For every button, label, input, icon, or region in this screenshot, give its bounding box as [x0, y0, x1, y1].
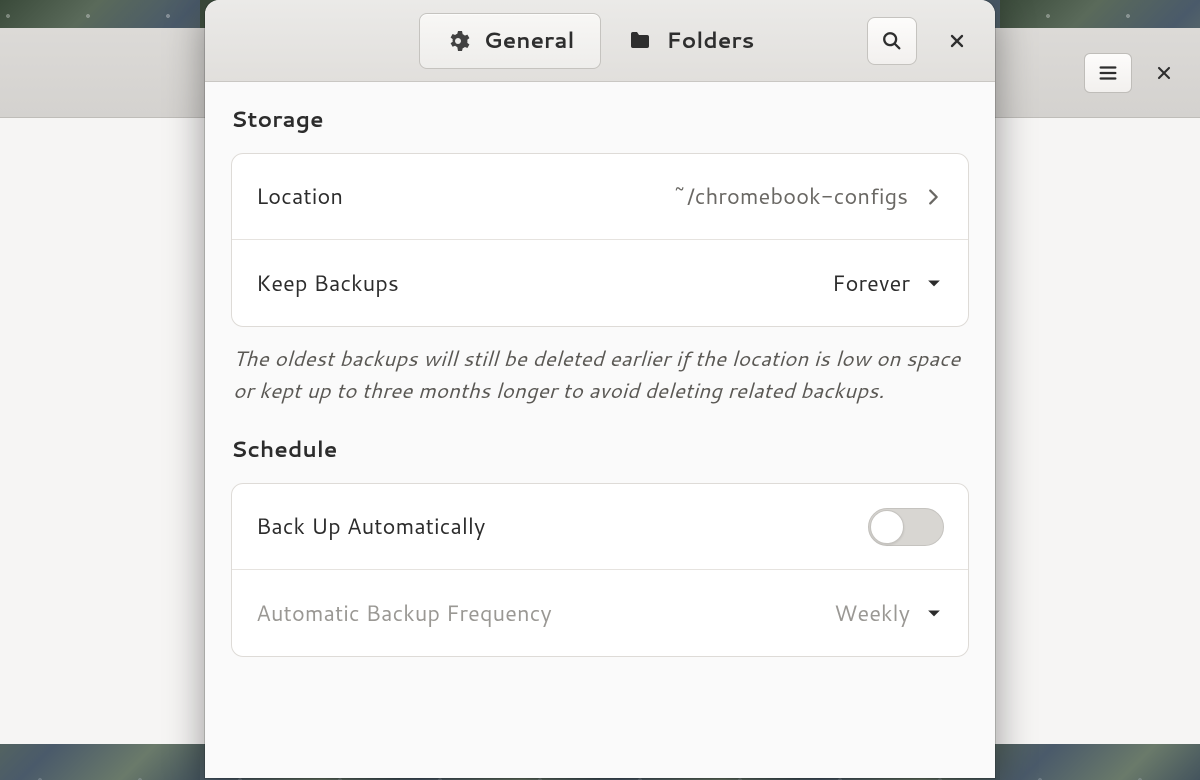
tab-general-label: General — [484, 25, 575, 56]
dialog-close-button[interactable] — [937, 21, 977, 61]
location-row[interactable]: Location ~/chromebook-configs — [232, 154, 968, 240]
caret-down-icon — [924, 273, 944, 293]
location-label: Location — [256, 181, 672, 212]
close-icon — [947, 31, 967, 51]
folder-icon — [628, 29, 652, 53]
switch-knob — [870, 510, 904, 544]
tab-general[interactable]: General — [419, 13, 602, 69]
schedule-section-title: Schedule — [231, 434, 969, 465]
schedule-list: Back Up Automatically Automatic Backup F… — [231, 483, 969, 657]
tab-folders-label: Folders — [666, 25, 754, 56]
dialog-headerbar: General Folders — [205, 0, 995, 82]
keep-backups-row[interactable]: Keep Backups Forever — [232, 240, 968, 326]
location-value: ~/chromebook-configs — [672, 181, 908, 212]
gear-icon — [446, 29, 470, 53]
preferences-dialog: General Folders Sto — [205, 0, 995, 778]
storage-list: Location ~/chromebook-configs Keep Backu… — [231, 153, 969, 327]
hamburger-icon — [1097, 62, 1119, 84]
keep-backups-value-wrap: Forever — [832, 268, 944, 299]
auto-backup-row: Back Up Automatically — [232, 484, 968, 570]
frequency-row[interactable]: Automatic Backup Frequency Weekly — [232, 570, 968, 656]
close-icon — [1154, 63, 1174, 83]
hamburger-menu-button[interactable] — [1084, 53, 1132, 93]
parent-close-button[interactable] — [1144, 53, 1184, 93]
frequency-label: Automatic Backup Frequency — [256, 598, 834, 629]
auto-backup-switch[interactable] — [868, 508, 944, 546]
caret-down-icon — [924, 603, 944, 623]
tab-folders[interactable]: Folders — [601, 13, 781, 69]
view-switcher: General Folders — [419, 13, 782, 69]
storage-help-text: The oldest backups will still be deleted… — [231, 343, 969, 406]
chevron-right-icon — [922, 186, 944, 208]
frequency-value: Weekly — [834, 598, 910, 629]
search-icon — [881, 30, 903, 52]
dialog-content: Storage Location ~/chromebook-configs Ke… — [205, 82, 995, 778]
search-button[interactable] — [867, 17, 917, 65]
storage-section-title: Storage — [231, 104, 969, 135]
keep-backups-label: Keep Backups — [256, 268, 832, 299]
keep-backups-value: Forever — [832, 268, 910, 299]
frequency-value-wrap: Weekly — [834, 598, 944, 629]
location-value-wrap: ~/chromebook-configs — [672, 181, 944, 212]
auto-backup-label: Back Up Automatically — [256, 511, 868, 542]
